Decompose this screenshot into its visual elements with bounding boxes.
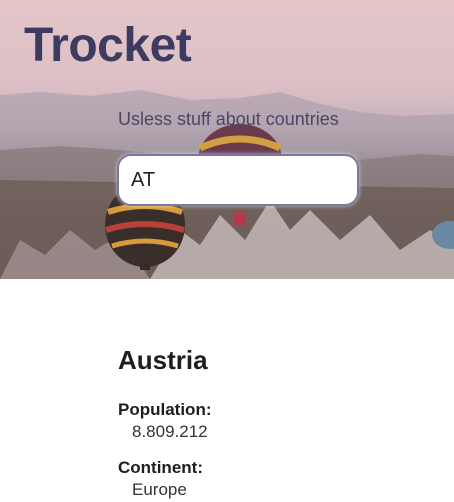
country-search-input[interactable]	[117, 154, 359, 206]
fact-continent: Continent: Europe	[118, 458, 418, 502]
fact-label-continent: Continent:	[118, 458, 203, 477]
country-name: Austria	[118, 345, 208, 375]
fact-value-continent: Europe	[132, 480, 187, 499]
fact-label-population: Population:	[118, 400, 212, 419]
fact-value-population: 8.809.212	[132, 422, 208, 441]
tagline: Usless stuff about countries	[118, 109, 339, 129]
hero-banner: Trocket Usless stuff about countries	[0, 0, 454, 279]
country-details: Austria Population: 8.809.212 Continent:…	[118, 340, 418, 502]
fact-population: Population: 8.809.212	[118, 400, 418, 444]
brand-title: Trocket	[24, 19, 192, 72]
